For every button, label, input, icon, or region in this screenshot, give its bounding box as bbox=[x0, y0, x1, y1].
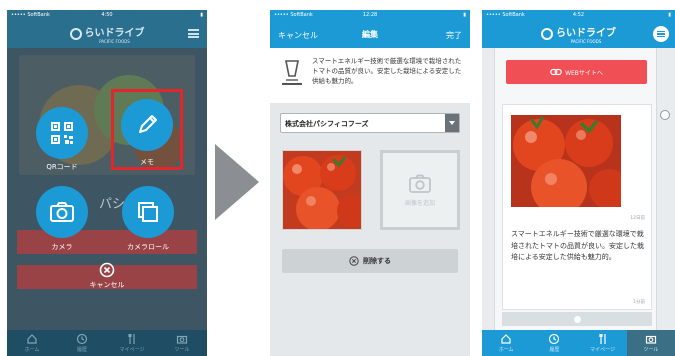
tab-home-label: ホーム bbox=[498, 347, 514, 353]
status-bar: ••••• SoftBank 4:50 ▮ bbox=[7, 10, 207, 20]
tab-mypage-label: マイページ bbox=[119, 347, 145, 353]
phone-edit-screen: ••••• SoftBank 12:28 ▮ キャンセル 編集 完了 スマートエ… bbox=[270, 10, 470, 356]
tab-tools[interactable]: ツール bbox=[626, 330, 675, 356]
company-select-value: 株式会社パシフィコフーズ bbox=[285, 120, 369, 128]
cutlery-icon bbox=[128, 334, 135, 344]
clock-icon bbox=[549, 333, 560, 345]
tomato-photo bbox=[511, 115, 621, 207]
tab-bar: ホーム 履歴 マイページ ツール bbox=[7, 330, 207, 356]
add-photo-camera-icon bbox=[409, 174, 431, 193]
memo-timestamp: 12日前 bbox=[630, 216, 645, 221]
tab-history-label: 履歴 bbox=[549, 347, 560, 353]
gallery-icon bbox=[138, 202, 158, 222]
link-icon bbox=[550, 68, 562, 76]
triangle-right-icon bbox=[215, 144, 259, 220]
tab-mypage-label: マイページ bbox=[590, 347, 616, 353]
tab-tools-label: ツール bbox=[174, 347, 190, 353]
memo-footer-time: 1分前 bbox=[633, 300, 645, 305]
tab-history-label: 履歴 bbox=[76, 347, 87, 353]
app-header: らいドライブ PACIFIC FOODS bbox=[7, 20, 207, 48]
home-icon bbox=[501, 334, 511, 344]
delete-button[interactable]: 削除する bbox=[282, 249, 458, 273]
memo-card: 12日前 スマートエネルギー技術で厳選な環境で栽培されたトマトの品質が良い。安定… bbox=[502, 104, 652, 310]
battery-icon: ▮ bbox=[668, 12, 671, 18]
battery-icon: ▮ bbox=[200, 12, 203, 18]
memo-text-input[interactable]: スマートエネルギー技術で厳選な環境で栽培されたトマトの品質が良い。安定した栽培に… bbox=[312, 56, 462, 86]
camera-tab-icon bbox=[176, 335, 188, 344]
tab-tools[interactable]: ツール bbox=[157, 330, 207, 356]
status-bar: ••••• SoftBank 4:52 ▮ bbox=[482, 10, 675, 20]
brand-logo-icon bbox=[69, 28, 82, 40]
brand-subtitle: PACIFIC FOODS bbox=[570, 39, 602, 44]
tomato-photo-thumbnail[interactable] bbox=[282, 150, 362, 230]
phone-memo-detail-screen: ••••• SoftBank 4:52 ▮ らいドライブ PACIFIC FOO… bbox=[482, 10, 675, 356]
hamburger-icon bbox=[657, 31, 665, 37]
cancel-button[interactable]: キャンセル bbox=[85, 262, 129, 298]
memo-button[interactable] bbox=[121, 99, 173, 151]
status-time: 4:52 bbox=[572, 12, 585, 18]
camera-icon bbox=[50, 202, 74, 222]
tomato-photo bbox=[283, 151, 361, 229]
nav-cancel-button[interactable]: キャンセル bbox=[278, 30, 318, 41]
website-button-label: WEBサイトへ bbox=[565, 69, 603, 77]
nav-title: 編集 bbox=[362, 29, 378, 39]
hamburger-icon[interactable] bbox=[188, 29, 199, 38]
tab-home[interactable]: ホーム bbox=[7, 330, 57, 356]
carrier-label: ••••• SoftBank bbox=[274, 12, 313, 18]
memo-card: スマートエネルギー技術で厳選な環境で栽培されたトマトの品質が良い。安定した栽培に… bbox=[270, 48, 470, 103]
qr-code-button[interactable] bbox=[36, 107, 88, 159]
close-circle-icon bbox=[99, 262, 115, 278]
camera-tab-icon bbox=[645, 335, 656, 344]
more-dot-icon bbox=[573, 315, 581, 323]
brand-subtitle: PACIFIC FOODS bbox=[99, 39, 130, 44]
cancel-label: キャンセル bbox=[89, 281, 125, 289]
pencil-icon bbox=[139, 115, 157, 133]
close-circle-icon bbox=[349, 256, 359, 266]
carrier-label: ••••• SoftBank bbox=[486, 12, 525, 18]
qr-code-label: QRコード bbox=[46, 163, 78, 171]
menu-button[interactable] bbox=[653, 26, 669, 42]
camera-button[interactable] bbox=[36, 186, 88, 238]
home-icon bbox=[27, 334, 37, 344]
nav-done-button[interactable]: 完了 bbox=[446, 30, 462, 41]
add-photo-label: 画像を追加 bbox=[404, 199, 435, 207]
company-select[interactable]: 株式会社パシフィコフーズ bbox=[280, 113, 460, 133]
tab-bar: ホーム 履歴 マイページ ツール bbox=[482, 330, 675, 356]
clock-icon bbox=[76, 333, 88, 345]
user-avatar-icon bbox=[660, 110, 670, 120]
tab-mypage[interactable]: マイページ bbox=[579, 330, 627, 356]
memo-text: スマートエネルギー技術で厳選な環境で栽培されたトマトの品質が良い。安定した栽培に… bbox=[511, 230, 644, 261]
scroll-more-bar[interactable] bbox=[502, 312, 652, 326]
phone-menu-screen: パシフィ ••••• SoftBank 4:50 ▮ らいドライブ PACIFI… bbox=[7, 10, 207, 356]
memo-label: メモ bbox=[140, 158, 154, 166]
tab-history[interactable]: 履歴 bbox=[57, 330, 107, 356]
brand-logo: らいドライブ bbox=[84, 28, 145, 39]
tab-tools-label: ツール bbox=[643, 347, 659, 353]
camera-label: カメラ bbox=[51, 243, 73, 251]
delete-label: 削除する bbox=[363, 257, 391, 265]
tab-mypage[interactable]: マイページ bbox=[107, 330, 157, 356]
tab-home[interactable]: ホーム bbox=[482, 330, 530, 356]
edit-nav-bar: キャンセル 編集 完了 bbox=[270, 20, 470, 48]
add-photo-button[interactable]: 画像を追加 bbox=[380, 150, 460, 230]
chevron-down-icon bbox=[445, 114, 459, 132]
tab-history[interactable]: 履歴 bbox=[530, 330, 578, 356]
app-header: らいドライブ PACIFIC FOODS bbox=[482, 20, 675, 48]
carrier-label: ••••• SoftBank bbox=[11, 12, 50, 18]
cutlery-icon bbox=[599, 334, 606, 344]
website-button[interactable]: WEBサイトへ bbox=[506, 60, 647, 84]
brand-logo: らいドライブ bbox=[556, 28, 616, 39]
tab-home-label: ホーム bbox=[24, 347, 40, 353]
camera-roll-label: カメラロール bbox=[127, 243, 169, 251]
status-time: 12:28 bbox=[362, 12, 378, 18]
status-time: 4:50 bbox=[101, 12, 113, 18]
memo-pencil-icon bbox=[282, 60, 302, 85]
battery-icon: ▮ bbox=[463, 12, 466, 18]
status-bar: ••••• SoftBank 12:28 ▮ bbox=[270, 10, 470, 20]
camera-roll-button[interactable] bbox=[122, 186, 174, 238]
brand-logo-icon bbox=[541, 28, 553, 40]
qr-icon bbox=[51, 122, 73, 144]
